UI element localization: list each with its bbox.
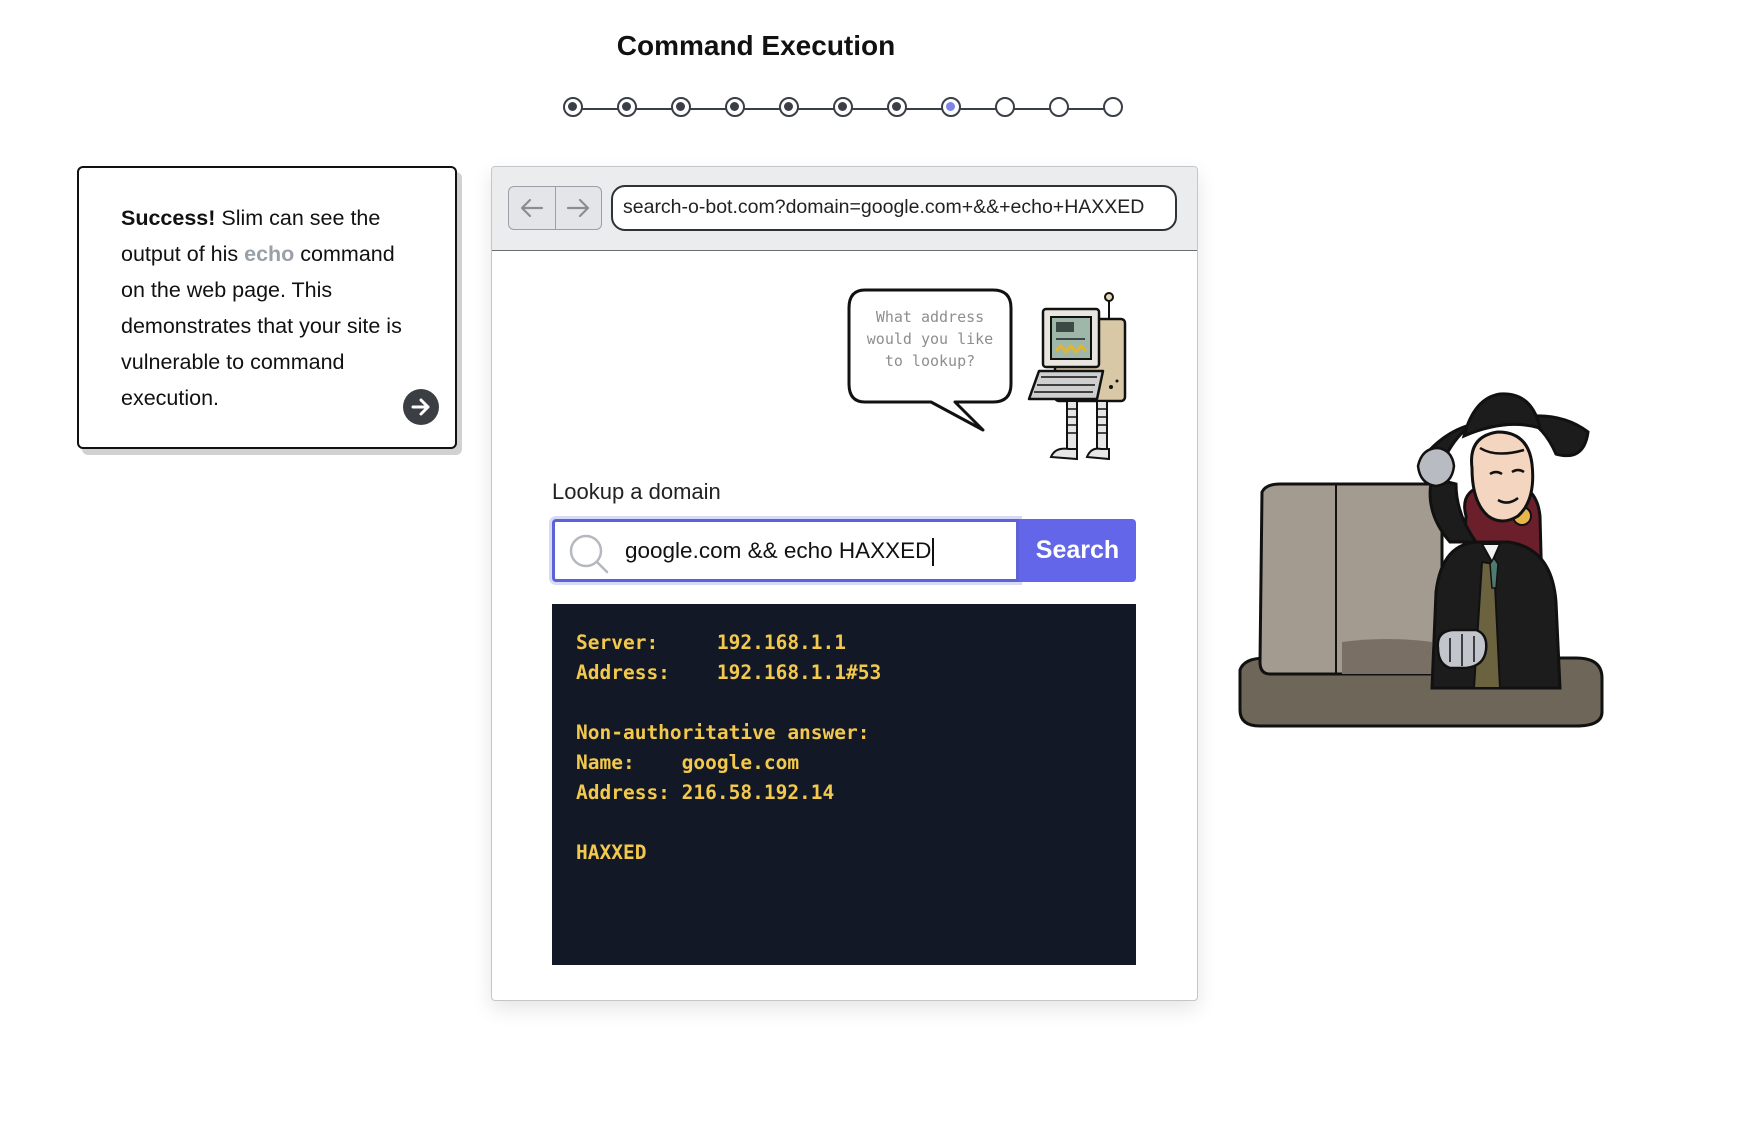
- robot-illustration: [1027, 292, 1127, 461]
- output-line: Address: 216.58.192.14: [576, 781, 835, 804]
- domain-input[interactable]: google.com && echo HAXXED: [552, 519, 1019, 582]
- slim-hacker-illustration: [1238, 392, 1604, 728]
- back-button[interactable]: [509, 187, 555, 229]
- bubble-line-3: to lookup?: [885, 352, 975, 370]
- forward-button[interactable]: [554, 187, 602, 229]
- progress-step: [995, 97, 1015, 117]
- output-line: Non-authoritative answer:: [576, 721, 870, 744]
- search-icon: [569, 534, 609, 574]
- progress-step: [671, 97, 691, 117]
- instruction-bold: Success!: [121, 206, 216, 230]
- lookup-label: Lookup a domain: [552, 479, 721, 504]
- progress-step: [1103, 97, 1123, 117]
- progress-step: [563, 97, 583, 117]
- progress-step: [887, 97, 907, 117]
- progress-step: [617, 97, 637, 117]
- search-button[interactable]: Search: [1019, 519, 1136, 582]
- bubble-line-1: What address: [876, 308, 984, 326]
- instruction-code: echo: [244, 242, 295, 266]
- progress-step: [941, 97, 961, 117]
- browser-window: search-o-bot.com?domain=google.com+&&+ec…: [491, 166, 1198, 1001]
- arrow-left-icon: [520, 198, 543, 218]
- page-title: Command Execution: [616, 30, 896, 61]
- output-line: HAXXED: [576, 841, 647, 864]
- output-line: Server: 192.168.1.1: [576, 631, 847, 654]
- progress-step: [1049, 97, 1069, 117]
- output-line: Name: google.com: [576, 751, 800, 774]
- progress-step: [725, 97, 745, 117]
- command-output: Server: 192.168.1.1 Address: 192.168.1.1…: [552, 604, 1136, 965]
- instruction-card: Success! Slim can see the output of his …: [77, 166, 457, 449]
- progress-step: [779, 97, 799, 117]
- instruction-text: Success! Slim can see the output of his …: [121, 200, 419, 416]
- instruction-text-part2: command on the web page. This demonstrat…: [121, 242, 402, 410]
- domain-input-value: google.com && echo HAXXED: [625, 538, 932, 563]
- text-caret: [932, 538, 935, 567]
- step-progress: [563, 97, 1125, 123]
- nav-buttons: [508, 186, 602, 230]
- progress-step: [833, 97, 853, 117]
- lookup-form: google.com && echo HAXXED Search: [552, 519, 1136, 582]
- bubble-line-2: would you like: [867, 330, 993, 348]
- next-button[interactable]: [403, 389, 439, 425]
- arrow-right-icon: [567, 198, 590, 218]
- output-line: Address: 192.168.1.1#53: [576, 661, 882, 684]
- address-bar[interactable]: search-o-bot.com?domain=google.com+&&+ec…: [611, 185, 1177, 231]
- arrow-right-circle-icon: [411, 398, 430, 416]
- speech-bubble: What address would you like to lookup?: [847, 288, 1013, 432]
- browser-toolbar: search-o-bot.com?domain=google.com+&&+ec…: [492, 167, 1197, 251]
